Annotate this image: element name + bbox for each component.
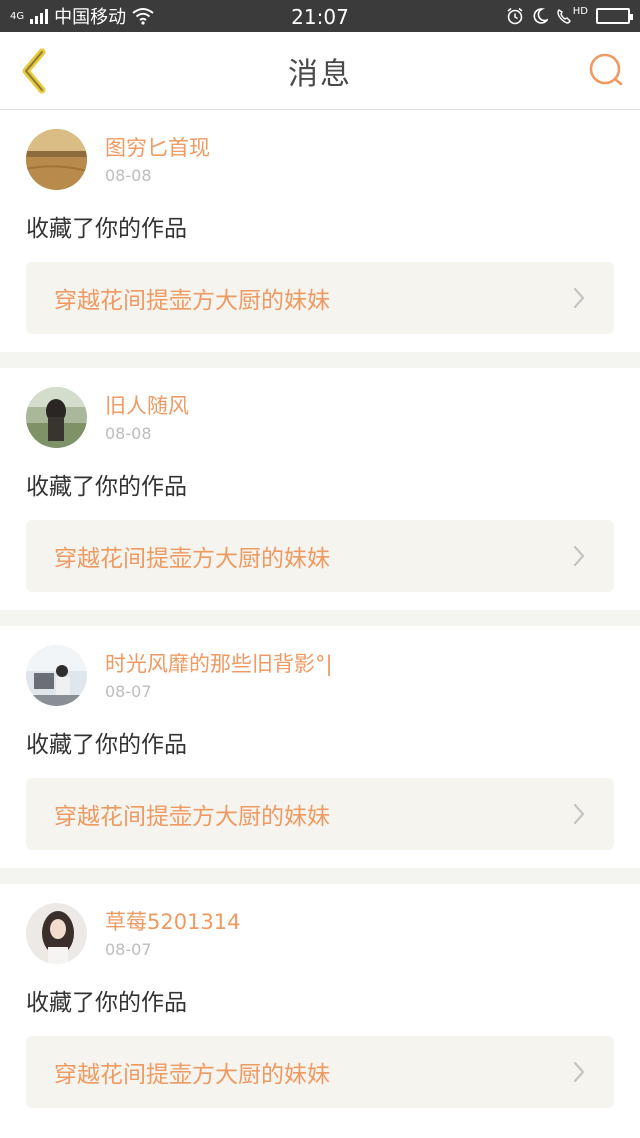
battery-icon bbox=[596, 8, 633, 24]
status-bar-right: HD bbox=[506, 7, 633, 25]
signal-icon bbox=[30, 8, 49, 24]
work-link[interactable]: 穿越花间提壶方大厨的妹妹 bbox=[26, 778, 614, 850]
status-bar: 4G 中国移动 21:07 HD bbox=[0, 0, 640, 32]
chevron-left-icon bbox=[22, 48, 46, 94]
message-card: 草莓5201314 08-07 收藏了你的作品 穿越花间提壶方大厨的妹妹 bbox=[0, 884, 640, 1126]
work-link[interactable]: 穿越花间提壶方大厨的妹妹 bbox=[26, 1036, 614, 1108]
page-title: 消息 bbox=[288, 56, 352, 92]
message-action-text: 收藏了你的作品 bbox=[26, 216, 187, 242]
message-user-row: 图穷匕首现 08-08 bbox=[26, 128, 614, 190]
user-info: 旧人随风 08-08 bbox=[105, 392, 189, 443]
search-button[interactable] bbox=[586, 50, 626, 90]
message-action-text: 收藏了你的作品 bbox=[26, 474, 187, 500]
work-title: 穿越花间提壶方大厨的妹妹 bbox=[54, 1062, 330, 1088]
work-link[interactable]: 穿越花间提壶方大厨的妹妹 bbox=[26, 520, 614, 592]
carrier-name: 中国移动 bbox=[54, 7, 127, 28]
work-title: 穿越花间提壶方大厨的妹妹 bbox=[54, 288, 330, 314]
avatar[interactable] bbox=[26, 386, 87, 448]
message-date: 08-07 bbox=[105, 939, 152, 959]
hd-label: HD bbox=[572, 6, 588, 17]
chevron-right-icon bbox=[573, 1061, 585, 1083]
message-user-row: 时光风靡的那些旧背影°| 08-07 bbox=[26, 644, 614, 706]
card-separator bbox=[0, 868, 640, 884]
wifi-icon bbox=[132, 8, 154, 25]
work-title: 穿越花间提壶方大厨的妹妹 bbox=[54, 804, 330, 830]
chevron-right-icon bbox=[573, 803, 585, 825]
user-info: 图穷匕首现 08-08 bbox=[105, 134, 210, 185]
network-type: 4G bbox=[10, 10, 25, 22]
hd-call-icon: HD bbox=[556, 7, 588, 25]
nav-bar: 消息 bbox=[0, 32, 640, 110]
message-list: 图穷匕首现 08-08 收藏了你的作品 穿越花间提壶方大厨的妹妹 旧人随风 08… bbox=[0, 110, 640, 1126]
username[interactable]: 旧人随风 bbox=[105, 392, 189, 420]
status-bar-left: 4G 中国移动 bbox=[10, 3, 154, 29]
chevron-right-icon bbox=[573, 545, 585, 567]
message-date: 08-08 bbox=[105, 165, 152, 185]
message-user-row: 草莓5201314 08-07 bbox=[26, 902, 614, 964]
user-info: 草莓5201314 08-07 bbox=[105, 908, 241, 959]
chevron-right-icon bbox=[573, 287, 585, 309]
message-action-text: 收藏了你的作品 bbox=[26, 990, 187, 1016]
message-card: 图穷匕首现 08-08 收藏了你的作品 穿越花间提壶方大厨的妹妹 bbox=[0, 110, 640, 352]
username[interactable]: 时光风靡的那些旧背影°| bbox=[105, 650, 333, 678]
moon-icon bbox=[533, 8, 548, 24]
back-button[interactable] bbox=[12, 46, 56, 96]
work-title: 穿越花间提壶方大厨的妹妹 bbox=[54, 546, 330, 572]
message-card: 旧人随风 08-08 收藏了你的作品 穿越花间提壶方大厨的妹妹 bbox=[0, 368, 640, 610]
message-date: 08-07 bbox=[105, 681, 152, 701]
message-action-text: 收藏了你的作品 bbox=[26, 732, 187, 758]
search-icon bbox=[589, 53, 623, 86]
message-card: 时光风靡的那些旧背影°| 08-07 收藏了你的作品 穿越花间提壶方大厨的妹妹 bbox=[0, 626, 640, 868]
username[interactable]: 草莓5201314 bbox=[105, 908, 241, 936]
message-user-row: 旧人随风 08-08 bbox=[26, 386, 614, 448]
message-date: 08-08 bbox=[105, 423, 152, 443]
avatar[interactable] bbox=[26, 128, 87, 190]
work-link[interactable]: 穿越花间提壶方大厨的妹妹 bbox=[26, 262, 614, 334]
avatar[interactable] bbox=[26, 902, 87, 964]
alarm-icon bbox=[507, 7, 523, 25]
username[interactable]: 图穷匕首现 bbox=[105, 134, 210, 162]
card-separator bbox=[0, 610, 640, 626]
avatar[interactable] bbox=[26, 644, 87, 706]
card-separator bbox=[0, 352, 640, 368]
user-info: 时光风靡的那些旧背影°| 08-07 bbox=[105, 650, 333, 701]
